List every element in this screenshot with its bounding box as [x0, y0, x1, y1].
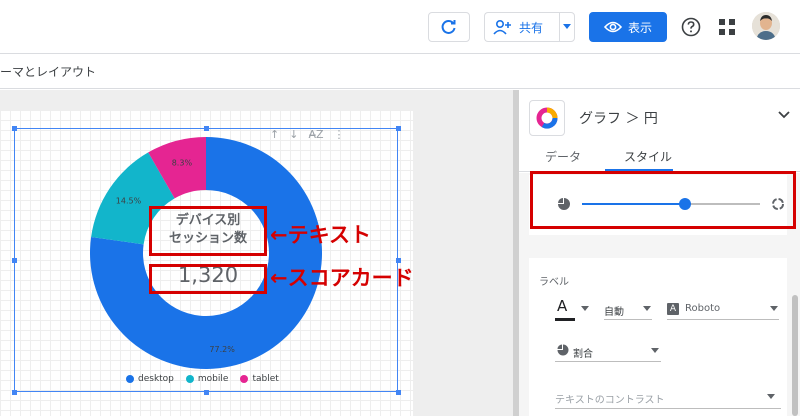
slider-highlight-box [530, 171, 796, 229]
tab-style[interactable]: スタイル [624, 148, 672, 165]
resize-handle[interactable] [396, 390, 401, 395]
resize-handle[interactable] [396, 126, 401, 131]
label-section-title: ラベル [539, 277, 569, 288]
eye-icon [603, 21, 622, 33]
caret-down-icon[interactable] [770, 306, 778, 311]
text-annotation: ←テキスト [270, 223, 371, 247]
share-button-label: 共有 [519, 20, 544, 35]
refresh-icon [441, 19, 456, 34]
legend-label: desktop [138, 374, 174, 384]
legend-swatch [240, 375, 249, 383]
avatar-person-icon [752, 12, 780, 40]
font-color-button[interactable]: A [557, 297, 567, 315]
tab-data[interactable]: データ [545, 148, 581, 165]
properties-panel: グラフ ＞ 円 データ スタイル ラベル A 自動 A Roboto 割合 テキ… [519, 90, 800, 416]
share-dropdown-button[interactable] [559, 12, 575, 42]
top-toolbar: 共有 表示 [0, 0, 800, 54]
legend-label: tablet [252, 374, 279, 384]
font-color-swatch [555, 318, 575, 321]
legend-item[interactable]: tablet [240, 374, 279, 384]
chart-selection-frame[interactable] [14, 128, 398, 392]
resize-handle[interactable] [12, 126, 17, 131]
chart-legend: desktop mobile tablet [126, 374, 279, 384]
legend-item[interactable]: desktop [126, 374, 174, 384]
text-contrast-select[interactable]: テキストのコントラスト [555, 391, 665, 406]
share-button[interactable]: 共有 [484, 12, 560, 42]
chart-type-selector[interactable]: グラフ ＞ 円 [529, 98, 791, 138]
resize-handle[interactable] [204, 390, 209, 395]
add-person-icon [493, 19, 511, 35]
caret-down-icon[interactable] [767, 394, 775, 399]
legend-item[interactable]: mobile [185, 374, 229, 384]
caret-down-icon [563, 24, 571, 29]
menu-bar: ーマとレイアウト [0, 55, 800, 89]
panel-tabs: データ スタイル [519, 142, 800, 172]
app-window: 共有 表示 ーマとレイアウト ↑ ↓ A̶Z ⋮ 77.2% 14.5% 8.3… [0, 0, 800, 416]
scorecard-annotation: ←スコアカード [270, 266, 414, 290]
resize-handle[interactable] [204, 126, 209, 131]
pie-label-icon [557, 344, 569, 356]
font-family-icon: A [667, 303, 679, 315]
user-avatar[interactable] [752, 12, 780, 40]
caret-down-icon[interactable] [581, 306, 589, 311]
label-type-underline [555, 361, 661, 362]
font-family-underline [667, 319, 779, 320]
panel-scrollbar[interactable] [792, 295, 798, 416]
font-size-select[interactable]: 自動 [604, 303, 624, 318]
chart-type-label: グラフ ＞ 円 [579, 111, 658, 127]
font-family-select[interactable]: Roboto [685, 303, 720, 314]
label-type-select[interactable]: 割合 [573, 345, 593, 360]
chevron-down-icon[interactable] [777, 110, 791, 120]
view-button-label: 表示 [627, 20, 652, 35]
donut-chart-icon [529, 100, 565, 136]
text-contrast-underline [555, 408, 781, 409]
apps-grid-icon[interactable] [719, 19, 735, 35]
scorecard-highlight-box [149, 264, 267, 294]
font-size-underline [604, 319, 652, 320]
theme-layout-menu[interactable]: ーマとレイアウト [0, 63, 96, 80]
view-button[interactable]: 表示 [589, 12, 667, 42]
refresh-button[interactable] [428, 12, 470, 42]
caret-down-icon[interactable] [643, 306, 651, 311]
help-icon[interactable] [681, 17, 701, 37]
legend-label: mobile [197, 374, 229, 384]
resize-handle[interactable] [12, 390, 17, 395]
resize-handle[interactable] [12, 258, 17, 263]
legend-swatch [126, 375, 134, 383]
caret-down-icon[interactable] [651, 348, 659, 353]
text-highlight-box [149, 206, 267, 256]
legend-swatch [185, 375, 194, 383]
